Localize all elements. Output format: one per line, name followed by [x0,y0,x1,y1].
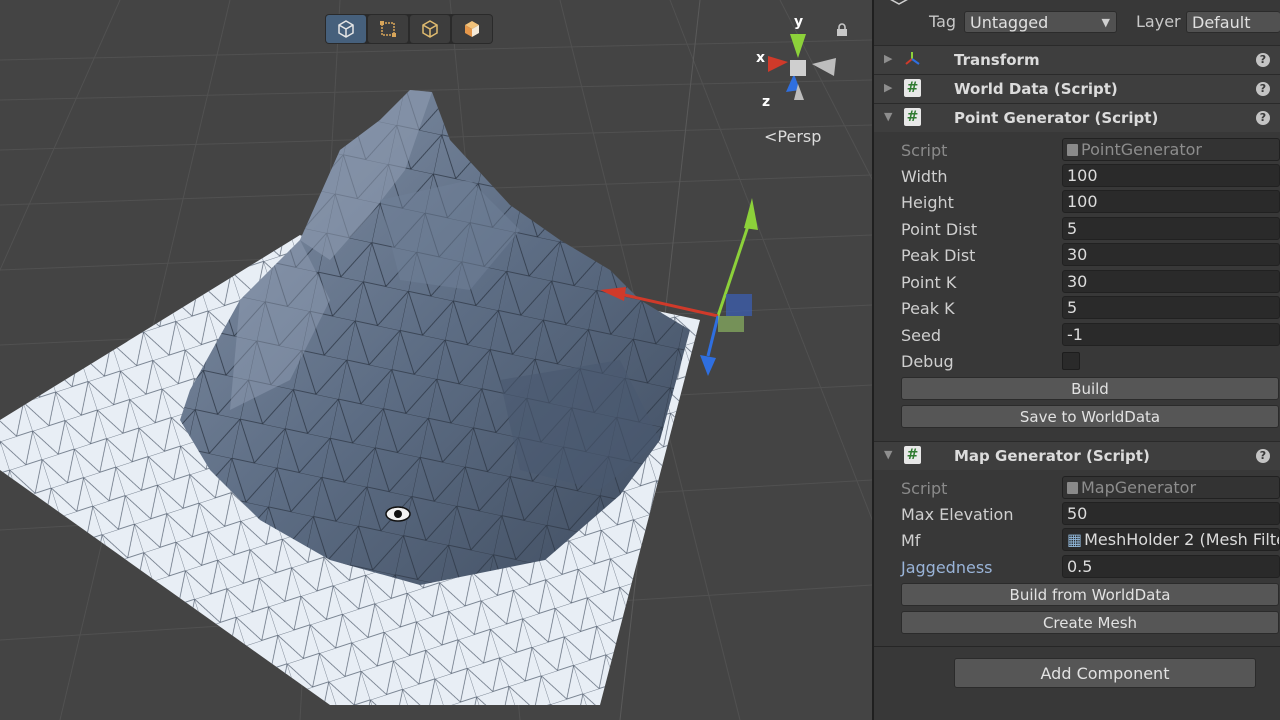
world-data-title: World Data (Script) [954,80,1118,98]
scene-canvas[interactable] [0,0,872,720]
scene-toolbar [325,14,493,44]
map-generator-title: Map Generator (Script) [954,447,1150,465]
axis-y-label: y [794,14,803,30]
mg-field-row: Max Elevation 50 [874,501,1280,527]
help-icon[interactable]: ? [1256,82,1270,96]
shaded-cube-icon[interactable] [410,15,450,43]
add-component-button[interactable]: Add Component [954,658,1256,688]
pg-field-row: Width 100 [874,163,1280,189]
pg-field-row: Height 100 [874,189,1280,215]
jaggedness-input[interactable]: 0.5 [1062,555,1280,578]
transform-icon [904,50,921,68]
scene-view[interactable]: y x z <Persp [0,0,872,720]
fold-right-icon[interactable]: ▶ [884,81,892,94]
field-label: Point Dist [901,220,978,239]
mg-script-row: Script MapGenerator [874,475,1280,501]
pg-field-row: Peak Dist 30 [874,242,1280,268]
persp-chevron-icon: < [764,127,778,146]
tag-value: Untagged [970,13,1049,32]
seed-input[interactable]: -1 [1062,323,1280,346]
script-file-icon [1067,482,1078,494]
peak-k-input[interactable]: 5 [1062,296,1280,319]
script-label: Script [901,479,948,498]
build-from-worlddata-button[interactable]: Build from WorldData [901,583,1279,606]
script-object-field[interactable]: MapGenerator [1062,476,1280,499]
inspector-panel: Tag Untagged ▼ Layer Default ▶ Transform… [872,0,1280,720]
script-object-field[interactable]: PointGenerator [1062,138,1280,161]
mg-field-row: Jaggedness 0.5 [874,554,1280,580]
tag-dropdown[interactable]: Untagged ▼ [964,11,1117,33]
max-elevation-input[interactable]: 50 [1062,502,1280,525]
field-label: Width [901,167,948,186]
save-to-worlddata-button[interactable]: Save to WorldData [901,405,1279,428]
axis-x-label: x [756,50,765,66]
build-button[interactable]: Build [901,377,1279,400]
field-label: Seed [901,326,941,345]
script-label: Script [901,141,948,160]
point-k-input[interactable]: 30 [1062,270,1280,293]
script-hash-icon: # [904,108,921,126]
point-dist-input[interactable]: 5 [1062,217,1280,240]
terrain-mesh [0,90,700,705]
script-file-icon [1067,144,1078,156]
world-data-header[interactable]: ▶ # World Data (Script) ? [874,74,1280,103]
eye-icon [384,505,412,527]
gameobject-cube-icon [886,0,912,14]
layer-value: Default [1192,13,1251,32]
transform-header[interactable]: ▶ Transform ? [874,45,1280,74]
help-icon[interactable]: ? [1256,449,1270,463]
projection-label: Persp [777,127,822,146]
orientation-gizmo[interactable]: y x z [752,12,842,116]
fold-down-icon[interactable]: ▼ [884,110,892,123]
mesh-filter-object-field[interactable]: ▦ MeshHolder 2 (Mesh Filter) [1062,528,1280,551]
mg-field-row: Mf ▦ MeshHolder 2 (Mesh Filter) [874,527,1280,553]
field-label: Jaggedness [901,558,993,577]
axis-z-label: z [762,94,770,110]
point-generator-header[interactable]: ▼ # Point Generator (Script) ? [874,103,1280,132]
lock-icon[interactable] [836,22,848,41]
create-mesh-button[interactable]: Create Mesh [901,611,1279,634]
pg-field-row: Peak K 5 [874,295,1280,321]
rect-tool-icon[interactable] [368,15,408,43]
pg-field-row: Seed -1 [874,322,1280,348]
debug-checkbox[interactable] [1062,352,1080,370]
wireframe-cube-icon[interactable] [326,15,366,43]
help-icon[interactable]: ? [1256,111,1270,125]
orange-cube-icon[interactable] [452,15,492,43]
map-generator-header[interactable]: ▼ # Map Generator (Script) ? [874,441,1280,470]
script-hash-icon: # [904,79,921,97]
layer-label: Layer [1136,12,1181,31]
peak-dist-input[interactable]: 30 [1062,243,1280,266]
fold-down-icon[interactable]: ▼ [884,448,892,461]
field-label: Max Elevation [901,505,1014,524]
pg-script-row: Script PointGenerator [874,137,1280,163]
field-label: Peak Dist [901,246,976,265]
divider [874,646,1280,647]
width-input[interactable]: 100 [1062,164,1280,187]
field-label: Point K [901,273,957,292]
fold-right-icon[interactable]: ▶ [884,52,892,65]
script-value: MapGenerator [1081,478,1197,497]
mesh-grid-icon: ▦ [1067,530,1083,549]
tag-label: Tag [929,12,957,31]
projection-toggle[interactable]: <Persp [764,127,821,146]
height-input[interactable]: 100 [1062,190,1280,213]
script-hash-icon: # [904,446,921,464]
debug-label: Debug [901,352,954,371]
mf-value: MeshHolder 2 (Mesh Filter) [1084,530,1280,549]
pg-field-row: Point K 30 [874,269,1280,295]
script-value: PointGenerator [1081,140,1202,159]
field-label: Mf [901,531,921,550]
field-label: Peak K [901,299,955,318]
help-icon[interactable]: ? [1256,53,1270,67]
pg-field-row: Point Dist 5 [874,216,1280,242]
chevron-down-icon: ▼ [1101,16,1110,29]
point-generator-title: Point Generator (Script) [954,109,1159,127]
field-label: Height [901,193,954,212]
tag-layer-row: Tag Untagged ▼ Layer Default [874,0,1280,44]
layer-dropdown[interactable]: Default [1186,11,1280,33]
transform-title: Transform [954,51,1040,69]
pg-debug-row: Debug [874,348,1280,374]
